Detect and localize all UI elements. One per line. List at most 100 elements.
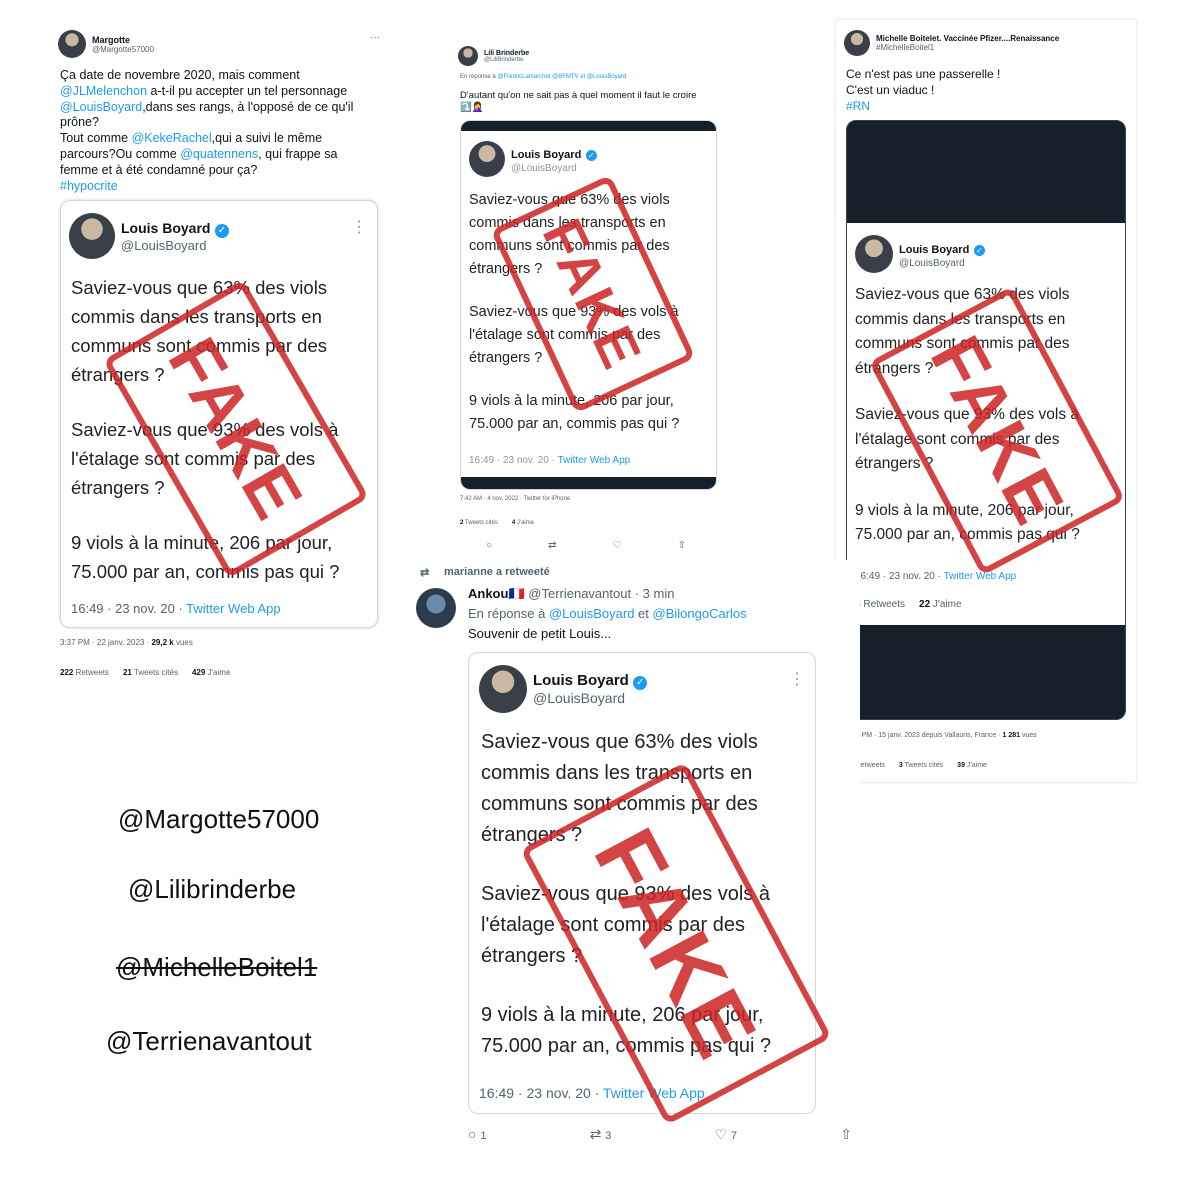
author-handle[interactable]: #MichelleBoitel1 [876,43,1059,52]
embed-handle: @LouisBoyard [899,257,965,269]
tweet-text: Ce n'est pas une passerelle ! C'est un v… [846,66,1000,114]
avatar [855,235,893,273]
embed-footer: 16:49 · 23 nov. 20 · Twitter Web App [469,455,630,466]
tweet-metrics: 25 Retweets 3 Tweets cités 39 J'aime [846,762,987,769]
embed-source: Twitter Web App [557,455,631,466]
reply-context: En réponse à @FredricLamarchet @BFMTV et… [460,74,626,80]
text-line: Ça date de novembre 2020, mais comment [60,68,300,82]
embed-name: Louis Boyard [511,148,582,161]
timestamp: 1:33 PM · 15 janv. 2023 depuis Vallauris… [846,732,1003,739]
reply-icon[interactable]: ○ [486,540,492,551]
text-line: femme et à été condamné pour ça? [60,162,258,177]
retweet-context: ⇄ marianne a retweeté [420,566,550,579]
text-line: ,qui a suivi le même [211,131,323,146]
more-icon[interactable]: ··· [370,32,380,43]
reply-icon: ○ [468,1126,477,1142]
handle-label: @Margotte57000 [118,804,320,834]
likes-metric[interactable]: 4 J'aime [512,520,534,526]
likes-metric[interactable]: 39 J'aime [957,762,987,769]
reply-context: En réponse à @LouisBoyard et @BilongoCar… [468,606,747,621]
tweet-actions: ○ 1 ⇄ 3 ♡ 7 ⇧ [468,1126,852,1143]
quotes-metric[interactable]: 3 Tweets cités [899,762,943,769]
retweets-metric[interactable]: 222 Retweets [60,668,109,677]
reply-action[interactable]: ○ 1 [468,1126,486,1143]
mention-link[interactable]: @LouisBoyard [60,100,142,114]
tweet-text: Ça date de novembre 2020, mais comment @… [60,68,380,194]
likes-metric: 22 J'aime [919,599,962,610]
reply-and: et [634,606,653,621]
tweet-panel-ankou: ⇄ marianne a retweeté Ankou🇫🇷 @Terrienav… [400,560,860,1156]
like-action[interactable]: ♡ 7 [715,1126,738,1143]
reply-count: 1 [480,1130,487,1142]
text-line: prône? [60,115,99,130]
more-icon: ⋮ [789,671,805,688]
embed-time: 16:49 · 23 nov. 20 · [469,455,558,466]
retweeted-by[interactable]: marianne a retweeté [444,566,550,578]
text-line: C'est un viaduc ! [846,83,935,97]
text-line: ,dans ses rangs, à l'opposé de ce qu'il [142,99,354,114]
embed-time: 16:49 · 23 nov. 20 · [855,571,944,582]
retweet-icon: ⇄ [589,1126,602,1142]
retweet-count: 3 [605,1130,612,1142]
avatar[interactable] [844,30,870,56]
tweet-text: Souvenir de petit Louis... [468,626,612,641]
author-handle[interactable]: @LiliBrinderbe [484,57,529,63]
author-name[interactable]: Michelle Boitelet. Vaccinée Pfizer....Re… [876,34,1059,43]
text-line: , qui frappe sa [258,146,338,161]
quotes-metric[interactable]: 21 Tweets cités [123,668,178,677]
avatar [469,141,505,177]
handle-label: @Terrienavantout [106,1026,312,1056]
tweet-timestamp: 1:33 PM · 15 janv. 2023 depuis Vallauris… [846,732,1037,739]
like-icon[interactable]: ♡ [613,540,622,551]
reply-target[interactable]: @BilongoCarlos [653,606,747,621]
author-handle[interactable]: @Terrienavantout [528,586,631,601]
retweet-action[interactable]: ⇄ 3 [590,1126,612,1143]
mention-link[interactable]: @JLMelenchon [60,84,147,98]
tweet-panel-margotte: Margotte @Margotte57000 ··· Ça date de n… [50,18,388,686]
share-icon[interactable]: ⇧ [678,540,686,551]
author-name[interactable]: Ankou🇫🇷 [468,586,525,601]
avatar[interactable] [416,588,456,628]
likes-metric[interactable]: 429 J'aime [192,668,230,677]
reply-prefix: En réponse à [460,74,498,80]
views-count: 29,2 k [151,638,174,647]
like-icon: ♡ [714,1126,728,1142]
handle-label: @MichelleBoitel1 [116,952,318,982]
reply-target[interactable]: @LouisBoyard [549,606,634,621]
hashtag-link[interactable]: #RN [846,98,1000,114]
text-line: Ce n'est pas une passerelle ! [846,67,1001,81]
retweet-icon[interactable]: ⇄ [548,540,556,551]
handle-label: @Lilibrinderbe [128,874,297,904]
like-count: 7 [730,1130,738,1142]
avatar[interactable] [58,30,86,58]
share-icon[interactable]: ⇧ [840,1126,852,1143]
author-name[interactable]: Margotte [92,35,154,45]
verified-icon: ✓ [585,149,597,161]
embed-source: Twitter Web App [186,601,281,616]
embed-handle: @LouisBoyard [511,162,577,174]
verified-icon: ✓ [214,223,229,238]
author-handle[interactable]: @Margotte57000 [92,45,154,54]
text-line: Tout comme [60,131,132,146]
mention-link[interactable]: @KekeRachel [132,131,212,145]
author-name[interactable]: Lili Brinderbe [484,50,529,57]
embed-time: 16:49 · 23 nov. 20 · [71,601,187,616]
reply-prefix: En réponse à [468,606,549,621]
views-label: vues [173,638,193,647]
reply-targets[interactable]: @FredricLamarchet @BFMTV et @LouisBoyard [497,74,626,80]
hashtag-link[interactable]: #hypocrite [60,179,380,195]
embed-footer: 16:49 · 23 nov. 20 · Twitter Web App [71,601,281,616]
tweet-panel-lili: Lili Brinderbe @LiliBrinderbe En réponse… [452,38,718,560]
retweets-metric: 4 Retweets [855,599,906,610]
mention-link[interactable]: @quatennens [180,147,258,161]
views-label: vues [1020,732,1037,739]
tweet-timestamp: 7:42 AM · 4 nov. 2022 · Twitter for iPho… [460,496,571,502]
avatar [479,665,527,713]
tweet-panel-michelle: Michelle Boitelet. Vaccinée Pfizer....Re… [836,20,1136,782]
tweet-age[interactable]: · 3 min [635,586,675,601]
timestamp: 3:37 PM · 22 janv. 2023 · [60,638,152,647]
quotes-metric[interactable]: 2 Tweets cités [460,520,498,526]
embed-time: 16:49 · 23 nov. 20 · [479,1085,604,1101]
avatar[interactable] [458,46,478,66]
text-line: a-t-il pu accepter un tel personnage [150,83,348,98]
